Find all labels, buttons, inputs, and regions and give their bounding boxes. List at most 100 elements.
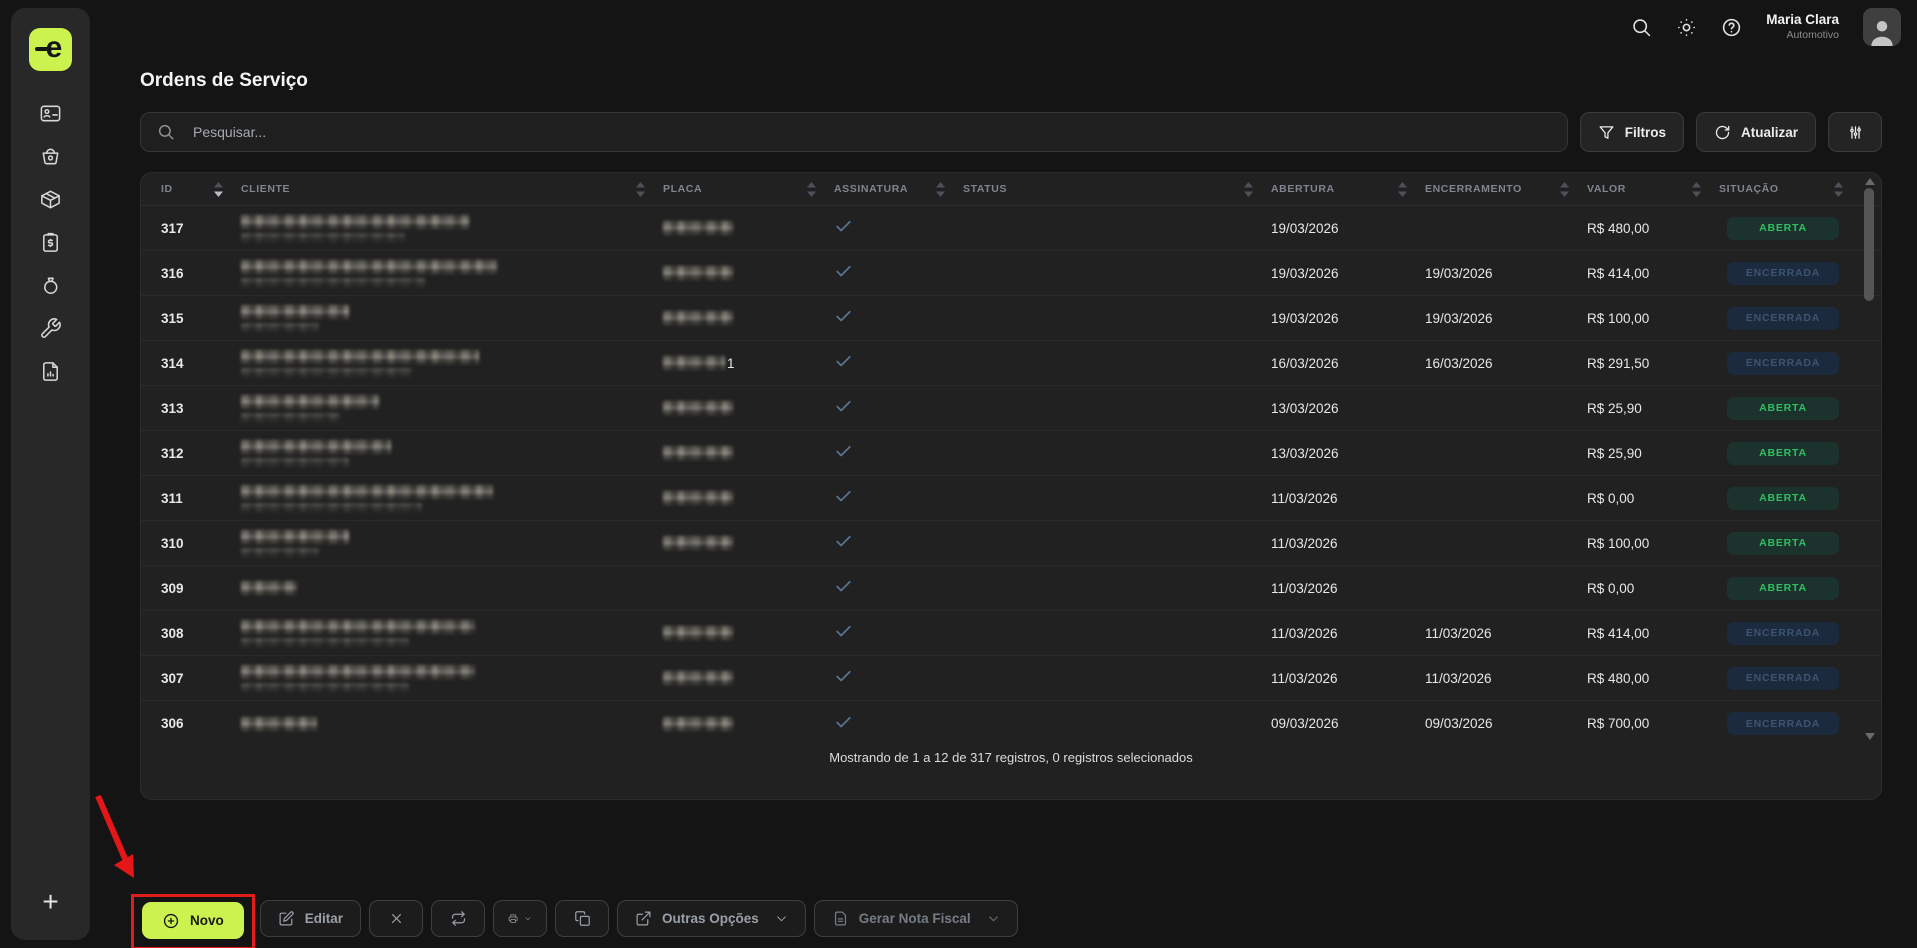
column-header-valor[interactable]: VALOR	[1587, 182, 1719, 197]
table-row[interactable]: 317 19/03/2026 R$ 480,00 ABERTA	[141, 206, 1881, 251]
redaction-block	[241, 581, 297, 595]
cell-id: 310	[161, 536, 241, 551]
wrench-icon	[39, 317, 62, 343]
sidebar-item-sales[interactable]	[31, 146, 71, 170]
column-header-status[interactable]: STATUS	[963, 182, 1271, 197]
sort-icon[interactable]	[1244, 182, 1253, 197]
sort-icon[interactable]	[1692, 182, 1701, 197]
redaction-block	[241, 458, 349, 467]
redaction-block	[241, 620, 475, 634]
cell-abertura: 19/03/2026	[1271, 311, 1425, 326]
invoice-file-icon	[832, 910, 849, 927]
refresh-button[interactable]: Atualizar	[1696, 112, 1816, 152]
cell-id: 316	[161, 266, 241, 281]
generate-invoice-label: Gerar Nota Fiscal	[859, 911, 971, 926]
column-settings-button[interactable]	[1828, 112, 1882, 152]
redaction-block	[241, 323, 319, 332]
sort-icon[interactable]	[636, 182, 645, 197]
cell-abertura: 11/03/2026	[1271, 491, 1425, 506]
table-row[interactable]: 316 19/03/2026 19/03/2026 R$ 414,00 ENCE…	[141, 251, 1881, 296]
generate-invoice-button[interactable]: Gerar Nota Fiscal	[814, 900, 1018, 937]
column-header-cliente[interactable]: CLIENTE	[241, 182, 663, 197]
scrollbar-thumb[interactable]	[1864, 188, 1874, 301]
theme-brightness-icon[interactable]	[1676, 17, 1697, 38]
table-row[interactable]: 313 13/03/2026 R$ 25,90 ABERTA	[141, 386, 1881, 431]
sort-icon[interactable]	[807, 182, 816, 197]
sort-icon[interactable]	[1834, 182, 1843, 197]
cell-cliente-redacted	[241, 530, 663, 557]
app-logo[interactable]: e	[29, 28, 72, 71]
basket-icon	[39, 145, 62, 171]
redaction-block	[663, 401, 733, 415]
file-report-icon	[39, 360, 62, 386]
edit-button[interactable]: Editar	[260, 900, 361, 937]
redaction-block	[241, 278, 425, 287]
refresh-icon	[1714, 124, 1731, 141]
new-button[interactable]: Novo	[142, 902, 244, 939]
cell-placa-redacted	[663, 671, 834, 685]
sidebar-item-products[interactable]	[31, 189, 71, 213]
print-button[interactable]	[493, 900, 547, 937]
check-icon	[834, 487, 853, 506]
column-header-abertura[interactable]: ABERTURA	[1271, 182, 1425, 197]
cell-placa-redacted	[663, 626, 834, 640]
cancel-button[interactable]	[369, 900, 423, 937]
search-input[interactable]	[193, 124, 1551, 140]
table-row[interactable]: 306 09/03/2026 09/03/2026 R$ 700,00 ENCE…	[141, 701, 1881, 746]
search-box	[140, 112, 1568, 152]
reopen-button[interactable]	[431, 900, 485, 937]
table-scrollbar[interactable]	[1863, 176, 1876, 742]
sidebar-item-customers[interactable]	[31, 103, 71, 127]
redaction-block	[663, 717, 733, 731]
cell-situacao: ABERTA	[1719, 487, 1861, 510]
more-options-button[interactable]: Outras Opções	[617, 900, 806, 937]
sidebar-add-button[interactable]: +	[42, 888, 58, 916]
user-info[interactable]: Maria Clara Automotivo	[1766, 12, 1839, 42]
new-label: Novo	[190, 913, 224, 928]
cell-situacao: ENCERRADA	[1719, 352, 1861, 375]
search-icon[interactable]	[1631, 17, 1652, 38]
check-icon	[834, 577, 853, 596]
cell-abertura: 13/03/2026	[1271, 401, 1425, 416]
column-header-id[interactable]: ID	[161, 182, 241, 197]
sidebar-item-orders[interactable]	[31, 232, 71, 256]
sort-icon[interactable]	[936, 182, 945, 197]
scroll-down-icon[interactable]	[1865, 733, 1875, 740]
table-row[interactable]: 308 11/03/2026 11/03/2026 R$ 414,00 ENCE…	[141, 611, 1881, 656]
check-icon	[834, 217, 853, 236]
table-row[interactable]: 310 11/03/2026 R$ 100,00 ABERTA	[141, 521, 1881, 566]
help-icon[interactable]	[1721, 17, 1742, 38]
sidebar-item-reports[interactable]	[31, 361, 71, 385]
table-row[interactable]: 315 19/03/2026 19/03/2026 R$ 100,00 ENCE…	[141, 296, 1881, 341]
scroll-up-icon[interactable]	[1865, 178, 1875, 185]
cell-situacao: ABERTA	[1719, 577, 1861, 600]
sort-icon[interactable]	[1560, 182, 1569, 197]
column-header-situação[interactable]: SITUAÇÃO	[1719, 182, 1861, 197]
sort-icon[interactable]	[214, 182, 223, 197]
check-icon	[834, 397, 853, 416]
sort-icon[interactable]	[1398, 182, 1407, 197]
external-link-icon	[635, 910, 652, 927]
filters-button[interactable]: Filtros	[1580, 112, 1684, 152]
table-row[interactable]: 311 11/03/2026 R$ 0,00 ABERTA	[141, 476, 1881, 521]
table-row[interactable]: 307 11/03/2026 11/03/2026 R$ 480,00 ENCE…	[141, 656, 1881, 701]
table-row[interactable]: 312 13/03/2026 R$ 25,90 ABERTA	[141, 431, 1881, 476]
cell-id: 307	[161, 671, 241, 686]
redaction-block	[241, 233, 405, 242]
cell-encerramento: 16/03/2026	[1425, 356, 1587, 371]
cell-placa-redacted	[663, 717, 834, 731]
edit-label: Editar	[305, 911, 343, 926]
x-icon	[388, 910, 405, 927]
avatar[interactable]	[1863, 8, 1901, 46]
redaction-block	[663, 536, 733, 550]
column-header-assinatura[interactable]: ASSINATURA	[834, 182, 963, 197]
column-header-encerramento[interactable]: ENCERRAMENTO	[1425, 182, 1587, 197]
table-row[interactable]: 314 1 16/03/2026 16/03/2026 R$ 291,50 EN…	[141, 341, 1881, 386]
column-header-placa[interactable]: PLACA	[663, 182, 834, 197]
table-row[interactable]: 309 11/03/2026 R$ 0,00 ABERTA	[141, 566, 1881, 611]
cell-assinatura	[834, 532, 963, 554]
sidebar-item-services[interactable]	[31, 318, 71, 342]
check-icon	[834, 262, 853, 281]
sidebar-item-finance[interactable]	[31, 275, 71, 299]
duplicate-button[interactable]	[555, 900, 609, 937]
